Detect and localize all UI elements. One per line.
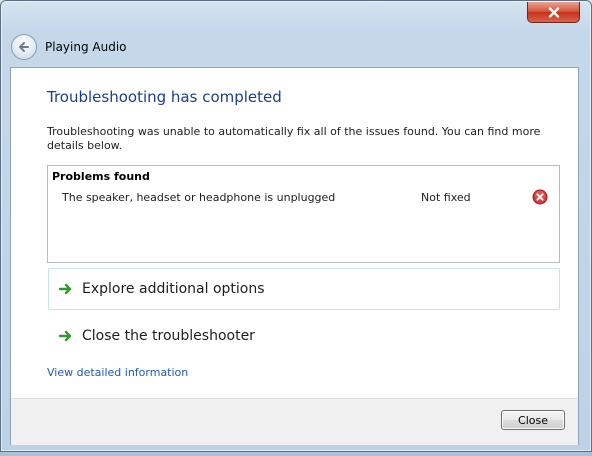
problem-status: Not fixed (421, 191, 471, 204)
window-title: Playing Audio (45, 40, 127, 54)
back-arrow-icon (19, 42, 29, 52)
page-description: Troubleshooting was unable to automatica… (47, 125, 541, 152)
troubleshooter-window: Playing Audio Troubleshooting has comple… (0, 0, 592, 452)
explore-options-label: Explore additional options (82, 281, 265, 297)
problems-list: Problems found The speaker, headset or h… (47, 165, 560, 263)
page-title: Troubleshooting has completed (47, 88, 282, 106)
close-troubleshooter-label: Close the troubleshooter (82, 328, 255, 344)
error-icon (532, 189, 548, 205)
close-icon (548, 6, 559, 18)
content-panel: Troubleshooting has completed Troublesho… (10, 67, 579, 445)
back-button[interactable] (11, 34, 37, 60)
green-arrow-icon (58, 330, 72, 342)
problem-name: The speaker, headset or headphone is unp… (62, 191, 336, 204)
explore-options-link[interactable]: Explore additional options (48, 268, 560, 310)
close-button[interactable]: Close (501, 410, 565, 430)
green-arrow-icon (58, 283, 72, 295)
window-close-button[interactable] (527, 2, 580, 23)
view-detailed-information-link[interactable]: View detailed information (47, 366, 188, 379)
close-troubleshooter-link[interactable]: Close the troubleshooter (48, 315, 560, 357)
problems-header: Problems found (52, 170, 150, 183)
navigation-bar: Playing Audio (11, 34, 127, 60)
dialog-footer: Close (11, 398, 578, 445)
